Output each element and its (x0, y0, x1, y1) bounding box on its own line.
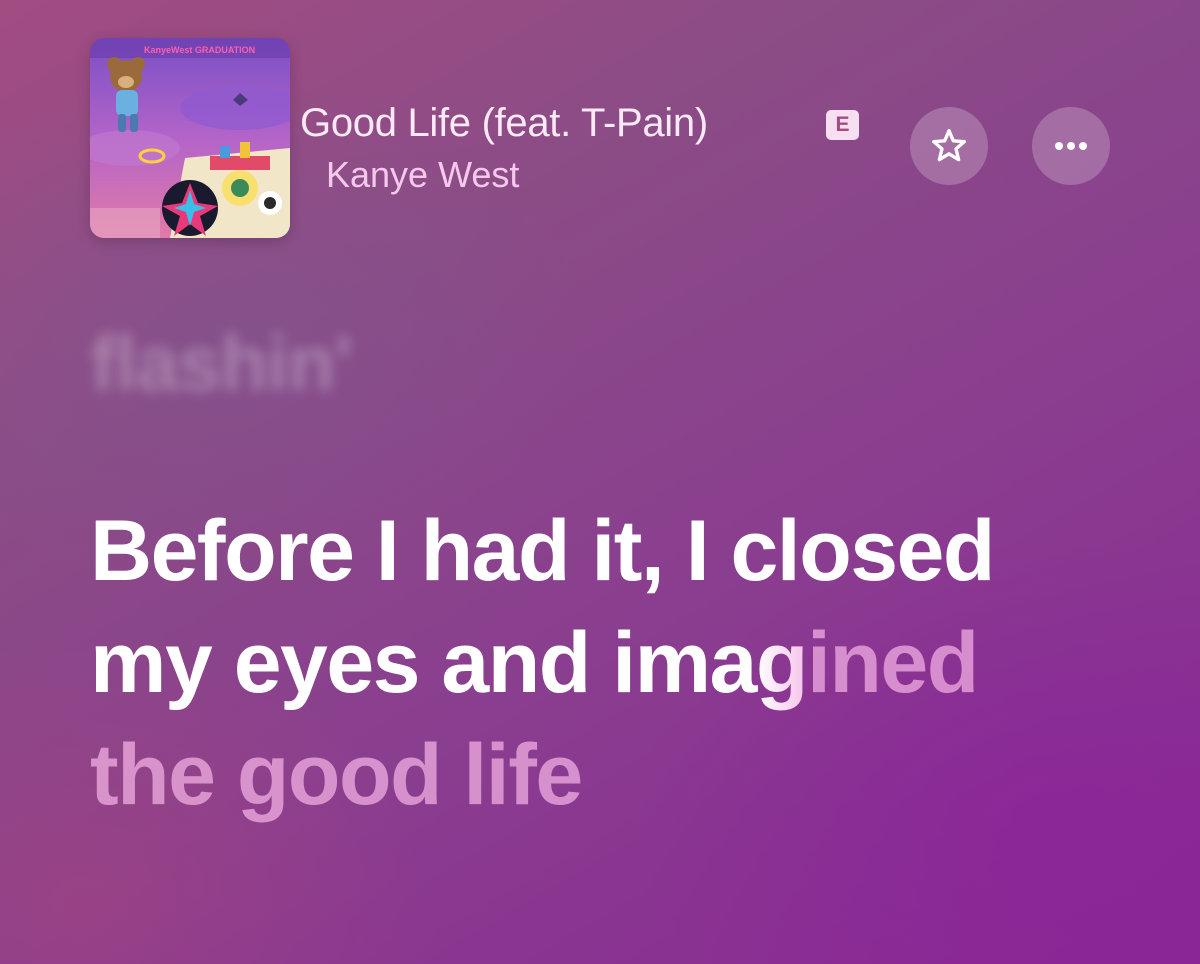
ellipsis-icon (1055, 142, 1087, 150)
more-options-button[interactable] (1032, 107, 1110, 185)
lyric-current-syllable: g (755, 615, 809, 711)
album-art-image: KanyeWest GRADUATION (90, 38, 290, 238)
album-art-header-text: KanyeWest GRADUATION (144, 45, 255, 55)
explicit-badge: E (826, 110, 859, 140)
star-icon (931, 128, 967, 162)
previous-lyric-line[interactable]: flashin' (90, 318, 353, 409)
current-lyric-line[interactable]: Before I had it, I closed my eyes and im… (90, 495, 1090, 831)
artist-name[interactable]: Kanye West (326, 154, 519, 196)
album-art[interactable]: KanyeWest GRADUATION (90, 38, 290, 238)
favorite-button[interactable] (910, 107, 988, 185)
song-title[interactable]: Good Life (feat. T-Pain) (300, 100, 708, 146)
